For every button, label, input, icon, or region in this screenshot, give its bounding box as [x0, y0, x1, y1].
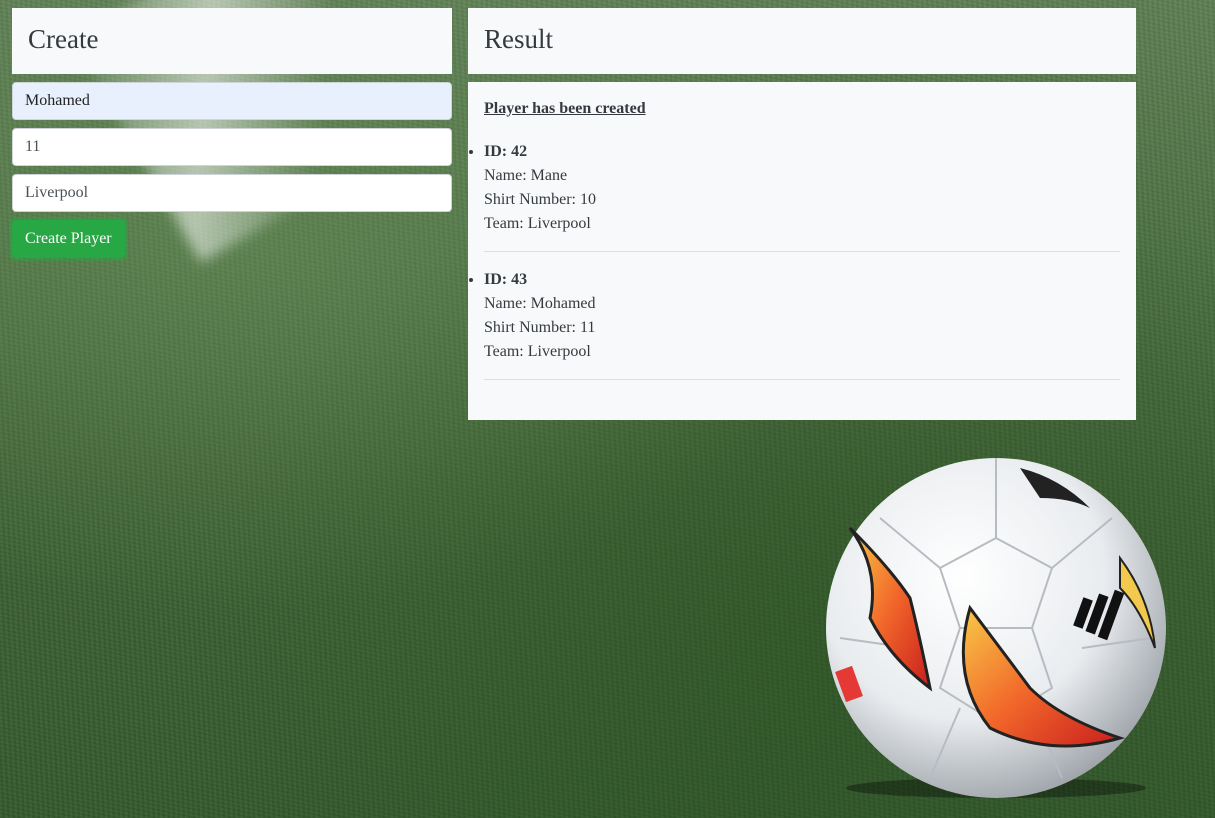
player-shirt-number: Shirt Number: 11 — [484, 319, 596, 336]
player-name: Name: Mane — [484, 167, 568, 184]
list-item: ID: 42 Name: Mane Shirt Number: 10 Team:… — [484, 140, 1120, 252]
create-panel-title: Create — [12, 8, 452, 74]
brand-logo — [1073, 589, 1125, 641]
result-title: Result — [484, 24, 554, 54]
player-name-input[interactable] — [12, 82, 452, 120]
result-message: Player has been created — [484, 100, 646, 117]
player-name: Name: Mohamed — [484, 295, 596, 312]
player-id: ID: 43 — [484, 271, 528, 288]
result-panel-title: Result — [468, 8, 1136, 74]
player-team: Team: Liverpool — [484, 215, 591, 232]
player-shirt-number: Shirt Number: 10 — [484, 191, 596, 208]
create-player-button[interactable]: Create Player — [12, 220, 125, 258]
player-team: Team: Liverpool — [484, 343, 591, 360]
result-panel: Player has been created ID: 42 Name: Man… — [468, 82, 1136, 420]
team-input[interactable] — [12, 174, 452, 212]
player-id: ID: 42 — [484, 143, 528, 160]
list-item: ID: 43 Name: Mohamed Shirt Number: 11 Te… — [484, 268, 1120, 380]
soccer-ball-image — [826, 458, 1166, 798]
shirt-number-input[interactable] — [12, 128, 452, 166]
player-list: ID: 42 Name: Mane Shirt Number: 10 Team:… — [484, 140, 1120, 380]
create-title: Create — [28, 24, 99, 54]
